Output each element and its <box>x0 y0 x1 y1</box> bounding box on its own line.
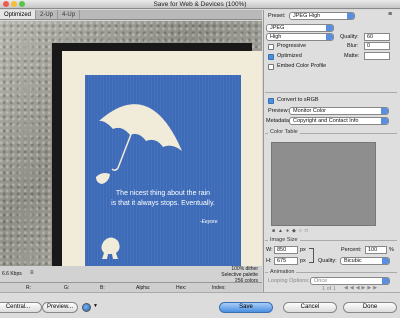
window-title: Save for Web & Devices (100%) <box>153 1 247 8</box>
quality-label: Quality: <box>340 34 359 40</box>
blur-input[interactable]: 0 <box>364 42 390 50</box>
color-table-title: Color Table <box>268 129 300 135</box>
height-label: H: <box>266 258 272 264</box>
readout-b: B: <box>100 285 105 291</box>
optimized-checkbox[interactable] <box>268 54 274 60</box>
optimization-info: 6.6 Kbps ≡ 100% dither Selective palette… <box>0 266 262 284</box>
width-label: W: <box>266 247 273 253</box>
metadata-label: Metadata: <box>266 118 291 124</box>
width-input[interactable]: 850 <box>274 246 298 254</box>
preview-button[interactable]: Preview... <box>42 302 78 313</box>
readout-index: Index: <box>212 285 226 291</box>
pixel-readout: R: G: B: Alpha: Hex: Index: <box>0 282 262 292</box>
percent-unit: % <box>389 247 394 253</box>
image-preview[interactable]: The nicest thing about the rain is that … <box>0 21 262 266</box>
zoom-level-field[interactable] <box>0 283 24 292</box>
animation-controls[interactable]: ◀◀◀▶▶▶ <box>344 285 379 291</box>
browser-icon[interactable] <box>82 303 91 312</box>
animation-title: Animation <box>268 269 297 275</box>
progressive-checkbox[interactable] <box>268 44 274 50</box>
looping-label: Looping Options: <box>268 278 310 284</box>
readout-alpha: Alpha: <box>136 285 151 291</box>
tab-4-up[interactable]: 4-Up <box>58 10 81 19</box>
preview-select[interactable]: Monitor Color <box>289 107 389 115</box>
quote-text: The nicest thing about the rain is that … <box>92 189 234 209</box>
resample-quality-select[interactable]: Bicubic <box>340 257 390 265</box>
close-window-icon[interactable] <box>3 1 9 7</box>
quality-preset-select[interactable]: High <box>266 33 334 41</box>
width-unit: px <box>300 247 306 253</box>
constrain-proportions-icon[interactable] <box>309 248 314 263</box>
tab-optimized[interactable]: Optimized <box>0 10 37 19</box>
divider <box>265 92 397 93</box>
quote-attribution: -Eeyore <box>200 219 218 225</box>
optimize-menu-icon[interactable]: ≡ <box>388 11 392 18</box>
window-controls[interactable] <box>3 1 25 7</box>
download-rate: 6.6 Kbps <box>2 271 22 277</box>
percent-input[interactable]: 100 <box>365 246 387 254</box>
view-tabs: Optimized 2-Up 4-Up <box>0 10 262 20</box>
height-input[interactable]: 675 <box>274 257 298 265</box>
preset-label: Preset: <box>268 13 286 19</box>
window-title-bar: Save for Web & Devices (100%) <box>0 0 400 9</box>
color-table[interactable] <box>271 142 376 226</box>
readout-g: G: <box>64 285 70 291</box>
color-table-tools[interactable]: ■▲●◆○□ <box>272 228 311 234</box>
done-button[interactable]: Done <box>343 302 397 313</box>
minimize-window-icon[interactable] <box>11 1 17 7</box>
save-button[interactable]: Save <box>219 302 273 313</box>
umbrella-silhouette-illustration <box>96 104 182 259</box>
embed-profile-checkbox[interactable] <box>268 64 274 70</box>
device-central-button[interactable]: Central... <box>0 302 42 313</box>
cancel-button[interactable]: Cancel <box>283 302 337 313</box>
format-select[interactable]: JPEG <box>266 24 334 32</box>
browser-menu-icon[interactable]: ▼ <box>93 303 98 309</box>
preset-select[interactable]: JPEG High <box>289 12 355 20</box>
image-size-title: Image Size <box>268 237 300 243</box>
preview-label: Preview: <box>268 108 290 114</box>
info-menu-icon[interactable]: ≡ <box>30 270 34 276</box>
looping-select[interactable]: Once <box>310 277 390 285</box>
quote-line-1: The nicest thing about the rain <box>115 190 211 197</box>
tab-2-up[interactable]: 2-Up <box>36 10 59 19</box>
convert-srgb-checkbox[interactable] <box>268 98 274 104</box>
height-unit: px <box>300 258 306 264</box>
resample-quality-label: Quality: <box>318 258 337 264</box>
optimized-label: Optimized <box>277 53 302 59</box>
zoom-window-icon[interactable] <box>19 1 25 7</box>
blur-label: Blur: <box>347 43 359 49</box>
convert-srgb-label: Convert to sRGB <box>277 97 319 103</box>
matte-label: Matte: <box>344 53 360 59</box>
matte-color-input[interactable] <box>364 52 390 60</box>
metadata-select[interactable]: Copyright and Contact Info <box>289 117 389 125</box>
quality-input[interactable]: 60 <box>364 33 390 41</box>
progressive-label: Progressive <box>277 43 307 49</box>
percent-label: Percent: <box>341 247 362 253</box>
readout-hex: Hex: <box>176 285 187 291</box>
quote-line-2: is that it always stops. Eventually. <box>111 200 215 207</box>
embed-profile-label: Embed Color Profile <box>277 63 327 69</box>
readout-r: R: <box>26 285 31 291</box>
